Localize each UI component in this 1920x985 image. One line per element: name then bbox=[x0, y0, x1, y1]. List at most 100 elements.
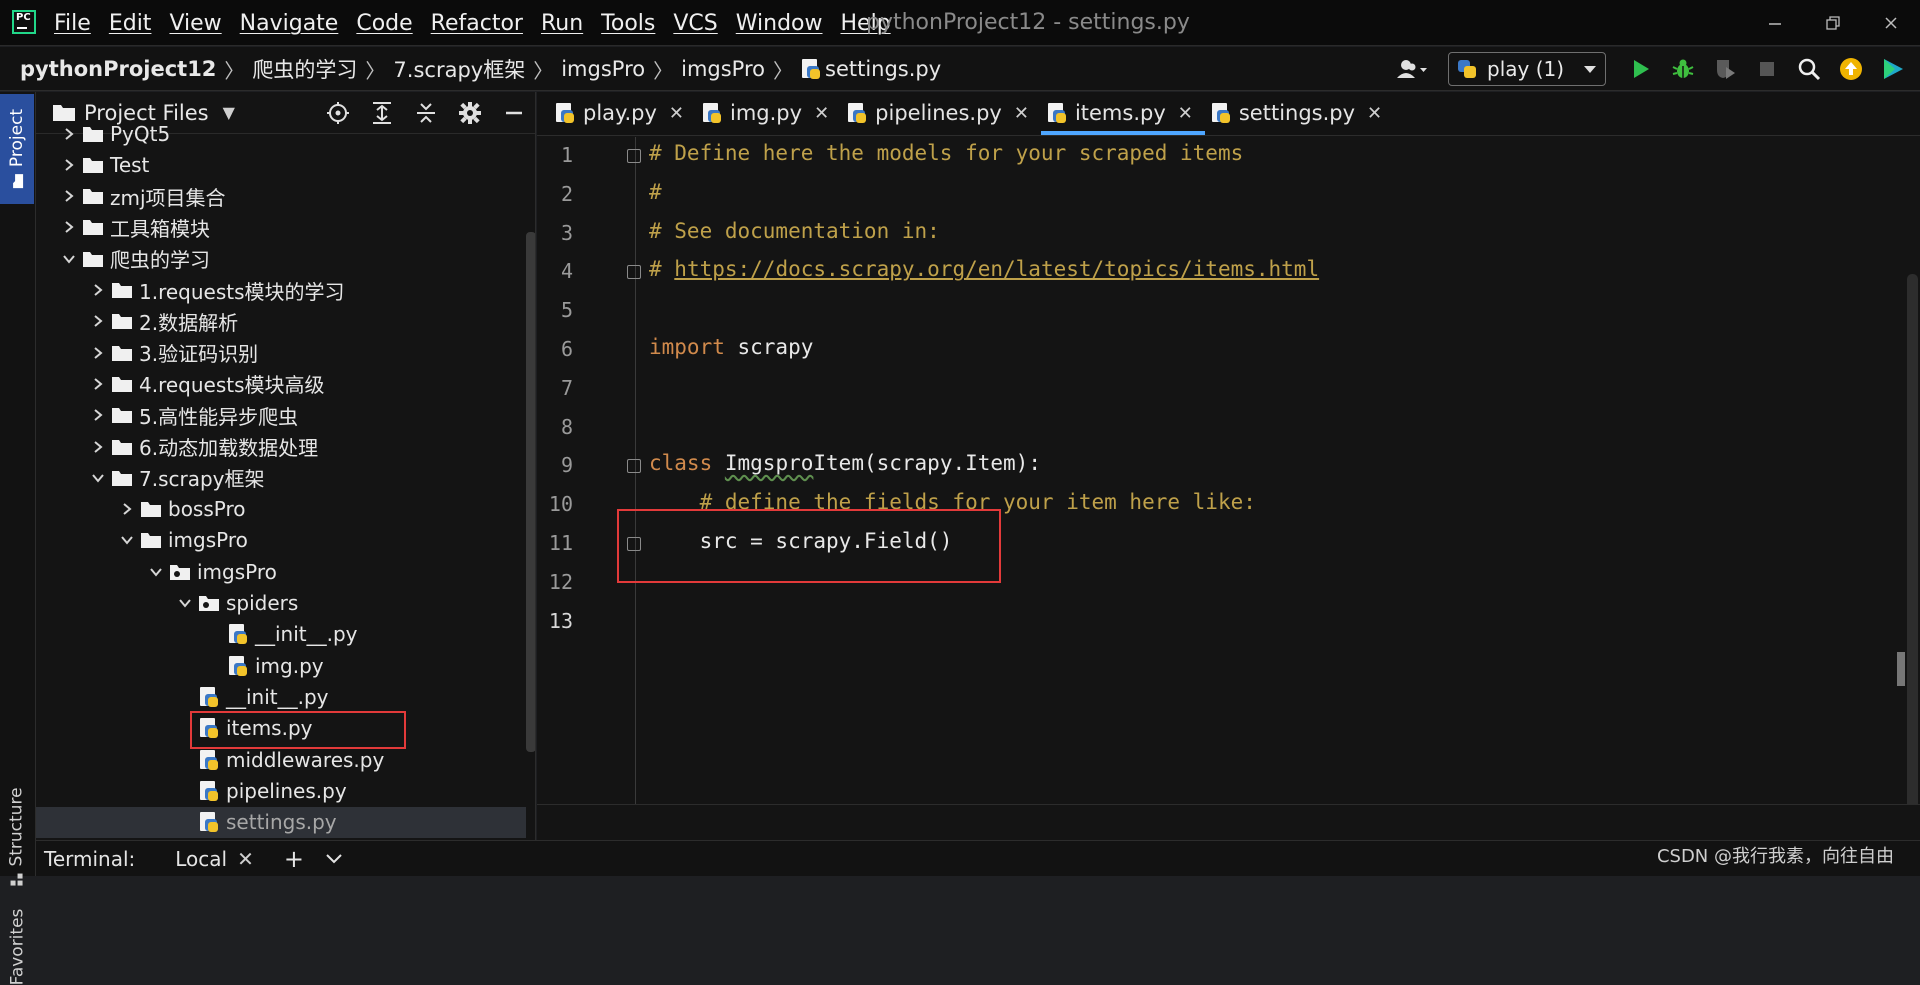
tree-scrollbar[interactable] bbox=[526, 232, 535, 752]
menu-tools[interactable]: Tools bbox=[601, 11, 655, 36]
tree-file-item[interactable]: __init__.py bbox=[36, 619, 526, 650]
minimize-button[interactable] bbox=[1746, 15, 1804, 31]
code-line[interactable]: # Define here the models for your scrape… bbox=[649, 141, 1243, 165]
chevron-down-icon[interactable] bbox=[174, 597, 196, 609]
restore-button[interactable] bbox=[1804, 15, 1862, 31]
chevron-down-icon[interactable] bbox=[58, 253, 80, 265]
folder-icon bbox=[80, 125, 106, 143]
menu-file[interactable]: File bbox=[54, 11, 91, 36]
line-number: 13 bbox=[548, 608, 573, 633]
breadcrumb-item[interactable]: imgsPro bbox=[561, 57, 645, 81]
close-window-button[interactable] bbox=[1862, 15, 1920, 31]
tree-folder-item[interactable]: imgsPro bbox=[36, 556, 526, 587]
code-area[interactable]: # Define here the models for your scrape… bbox=[617, 137, 1920, 840]
window-title: pythonProject12 - settings.py bbox=[866, 10, 1190, 35]
project-tool-tab[interactable]: Project bbox=[0, 94, 34, 204]
tree-item-label: img.py bbox=[255, 653, 324, 678]
new-terminal-button[interactable]: + bbox=[284, 845, 304, 873]
breadcrumb-file[interactable]: settings.py bbox=[825, 57, 941, 81]
stop-button[interactable] bbox=[1746, 47, 1788, 91]
tree-folder-item[interactable]: 3.验证码识别 bbox=[36, 337, 526, 368]
breadcrumb-item[interactable]: imgsPro bbox=[681, 57, 765, 81]
tree-file-item[interactable]: middlewares.py bbox=[36, 744, 526, 775]
chevron-right-icon[interactable] bbox=[58, 189, 80, 203]
editor-scrollbar[interactable] bbox=[1907, 274, 1918, 840]
menu-window[interactable]: Window bbox=[736, 11, 823, 36]
editor-tab[interactable]: pipelines.py ✕ bbox=[841, 92, 1041, 135]
menu-refactor[interactable]: Refactor bbox=[431, 11, 523, 36]
menu-view[interactable]: View bbox=[169, 11, 221, 36]
chevron-right-icon[interactable] bbox=[58, 158, 80, 172]
tree-folder-item[interactable]: 2.数据解析 bbox=[36, 306, 526, 337]
close-icon[interactable]: ✕ bbox=[814, 103, 829, 124]
code-line[interactable]: # bbox=[649, 180, 662, 204]
chevron-right-icon[interactable] bbox=[87, 408, 109, 422]
tree-folder-item[interactable]: imgsPro bbox=[36, 525, 526, 556]
chevron-right-icon[interactable] bbox=[87, 440, 109, 454]
chevron-down-icon[interactable] bbox=[326, 853, 342, 864]
chevron-right-icon[interactable] bbox=[116, 502, 138, 516]
menu-vcs[interactable]: VCS bbox=[673, 11, 717, 36]
menu-navigate[interactable]: Navigate bbox=[240, 11, 339, 36]
menu-code[interactable]: Code bbox=[356, 11, 412, 36]
code-line[interactable]: # https://docs.scrapy.org/en/latest/topi… bbox=[649, 257, 1319, 281]
chevron-down-icon[interactable] bbox=[116, 534, 138, 546]
tree-folder-item[interactable]: 爬虫的学习 bbox=[36, 243, 526, 274]
editor-tab-label: pipelines.py bbox=[875, 101, 1002, 125]
menu-run[interactable]: Run bbox=[541, 11, 583, 36]
tree-file-item[interactable]: pipelines.py bbox=[36, 775, 526, 806]
run-configuration-select[interactable]: play (1) bbox=[1448, 52, 1606, 86]
terminal-tab-local[interactable]: Local bbox=[175, 847, 227, 871]
python-file-icon bbox=[801, 58, 821, 80]
tree-folder-item[interactable]: 工具箱模块 bbox=[36, 212, 526, 243]
debug-button[interactable] bbox=[1662, 47, 1704, 91]
close-icon[interactable]: ✕ bbox=[1178, 103, 1193, 124]
tree-folder-item[interactable]: 1.requests模块的学习 bbox=[36, 275, 526, 306]
chevron-right-icon[interactable] bbox=[87, 314, 109, 328]
run-button[interactable] bbox=[1620, 47, 1662, 91]
favorites-tool-tab[interactable]: Favorites bbox=[0, 909, 34, 985]
menu-edit[interactable]: Edit bbox=[109, 11, 152, 36]
tree-folder-item[interactable]: Test bbox=[36, 149, 526, 180]
code-line[interactable]: # See documentation in: bbox=[649, 219, 940, 243]
breadcrumb-item[interactable]: 爬虫的学习 bbox=[252, 54, 357, 84]
tree-folder-item[interactable]: bossPro bbox=[36, 494, 526, 525]
editor-tab[interactable]: play.py ✕ bbox=[549, 92, 696, 135]
chevron-right-icon[interactable] bbox=[87, 283, 109, 297]
chevron-down-icon[interactable] bbox=[87, 472, 109, 484]
line-number: 12 bbox=[548, 569, 573, 594]
editor-tab[interactable]: settings.py ✕ bbox=[1205, 92, 1394, 135]
tree-file-item[interactable]: __init__.py bbox=[36, 681, 526, 712]
editor-tab[interactable]: img.py ✕ bbox=[696, 92, 841, 135]
tree-folder-item[interactable]: 4.requests模块高级 bbox=[36, 368, 526, 399]
jetbrains-toolbox-button[interactable] bbox=[1872, 47, 1914, 91]
editor-tab[interactable]: items.py ✕ bbox=[1040, 92, 1205, 135]
updates-button[interactable] bbox=[1830, 47, 1872, 91]
chevron-right-icon[interactable] bbox=[58, 220, 80, 234]
tree-folder-item[interactable]: PyQt5 bbox=[36, 118, 526, 149]
chevron-right-icon[interactable] bbox=[87, 377, 109, 391]
tree-folder-item[interactable]: 5.高性能异步爬虫 bbox=[36, 400, 526, 431]
close-icon[interactable]: ✕ bbox=[669, 103, 684, 124]
tree-folder-item[interactable]: zmj项目集合 bbox=[36, 181, 526, 212]
tree-file-item[interactable]: img.py bbox=[36, 650, 526, 681]
close-icon[interactable]: ✕ bbox=[1367, 103, 1382, 124]
close-icon[interactable]: ✕ bbox=[1014, 103, 1029, 124]
tree-folder-item[interactable]: 6.动态加载数据处理 bbox=[36, 431, 526, 462]
chevron-right-icon[interactable] bbox=[58, 127, 80, 141]
breadcrumb-project[interactable]: pythonProject12 bbox=[20, 57, 216, 81]
tree-file-item[interactable]: settings.py bbox=[36, 806, 526, 838]
breadcrumb-item[interactable]: 7.scrapy框架 bbox=[393, 54, 525, 84]
account-button[interactable] bbox=[1384, 47, 1440, 91]
close-icon[interactable]: ✕ bbox=[237, 847, 254, 871]
window-controls bbox=[1746, 0, 1920, 46]
code-line[interactable]: import scrapy bbox=[649, 335, 813, 359]
chevron-right-icon[interactable] bbox=[87, 346, 109, 360]
search-everywhere-button[interactable] bbox=[1788, 47, 1830, 91]
code-line[interactable]: class ImgsproItem(scrapy.Item): bbox=[649, 451, 1041, 475]
watermark: CSDN @我行我素，向往自由 bbox=[1656, 846, 1894, 867]
tree-folder-item[interactable]: 7.scrapy框架 bbox=[36, 462, 526, 493]
coverage-button[interactable] bbox=[1704, 47, 1746, 91]
tree-folder-item[interactable]: spiders bbox=[36, 588, 526, 619]
chevron-down-icon[interactable] bbox=[145, 566, 167, 578]
